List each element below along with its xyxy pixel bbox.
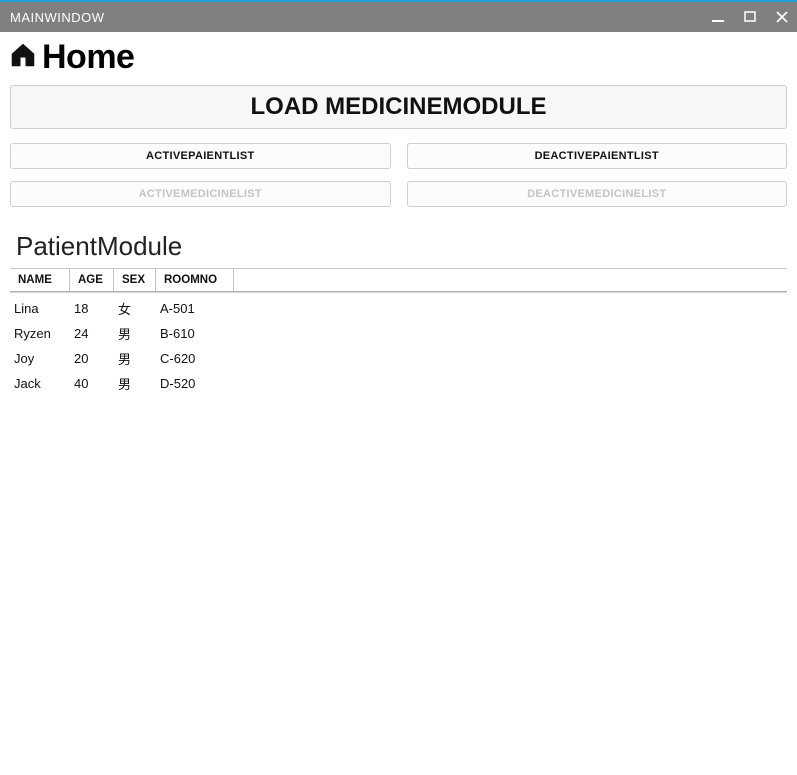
module-title: PatientModule (16, 231, 787, 262)
cell-room: A-501 (156, 301, 234, 316)
table-row[interactable]: Ryzen24男B-610 (10, 321, 787, 346)
cell-room: B-610 (156, 326, 234, 341)
cell-age: 40 (70, 376, 114, 391)
table-row[interactable]: Joy20男C-620 (10, 346, 787, 371)
deactive-medicine-list-button: DEACTIVEMEDICINELIST (407, 181, 788, 207)
home-icon (8, 40, 38, 75)
titlebar: MAINWINDOW (0, 2, 797, 32)
load-medicine-module-label: LOAD MEDICINEMODULE (251, 93, 547, 121)
cell-name: Ryzen (10, 326, 70, 341)
page-title: Home (42, 38, 134, 77)
page-header: Home (8, 38, 787, 77)
column-header-age[interactable]: AGE (70, 269, 114, 291)
minimize-button[interactable] (711, 10, 725, 24)
table-row[interactable]: Jack40男D-520 (10, 371, 787, 396)
cell-sex: 男 (114, 324, 156, 343)
column-header-room[interactable]: ROOMNO (156, 269, 234, 291)
patient-table: NAME AGE SEX ROOMNO Lina18女A-501Ryzen24男… (10, 268, 787, 396)
cell-sex: 男 (114, 374, 156, 393)
column-header-spacer (234, 269, 787, 291)
column-header-sex[interactable]: SEX (114, 269, 156, 291)
table-header: NAME AGE SEX ROOMNO (10, 268, 787, 292)
active-medicine-list-label: ACTIVEMEDICINELIST (139, 188, 262, 200)
cell-name: Joy (10, 351, 70, 366)
active-medicine-list-button: ACTIVEMEDICINELIST (10, 181, 391, 207)
cell-age: 20 (70, 351, 114, 366)
cell-room: C-620 (156, 351, 234, 366)
deactive-medicine-list-label: DEACTIVEMEDICINELIST (527, 188, 666, 200)
cell-sex: 男 (114, 349, 156, 368)
column-header-name[interactable]: NAME (10, 269, 70, 291)
load-medicine-module-button[interactable]: LOAD MEDICINEMODULE (10, 85, 787, 129)
cell-sex: 女 (114, 299, 156, 318)
cell-age: 24 (70, 326, 114, 341)
table-row[interactable]: Lina18女A-501 (10, 296, 787, 321)
active-patient-list-button[interactable]: ACTIVEPAIENTLIST (10, 143, 391, 169)
deactive-patient-list-label: DEACTIVEPAIENTLIST (535, 150, 659, 162)
cell-age: 18 (70, 301, 114, 316)
window-title: MAINWINDOW (10, 10, 711, 25)
table-body: Lina18女A-501Ryzen24男B-610Joy20男C-620Jack… (10, 292, 787, 396)
deactive-patient-list-button[interactable]: DEACTIVEPAIENTLIST (407, 143, 788, 169)
active-patient-list-label: ACTIVEPAIENTLIST (146, 150, 255, 162)
cell-name: Lina (10, 301, 70, 316)
cell-room: D-520 (156, 376, 234, 391)
maximize-button[interactable] (743, 10, 757, 24)
cell-name: Jack (10, 376, 70, 391)
close-button[interactable] (775, 10, 789, 24)
